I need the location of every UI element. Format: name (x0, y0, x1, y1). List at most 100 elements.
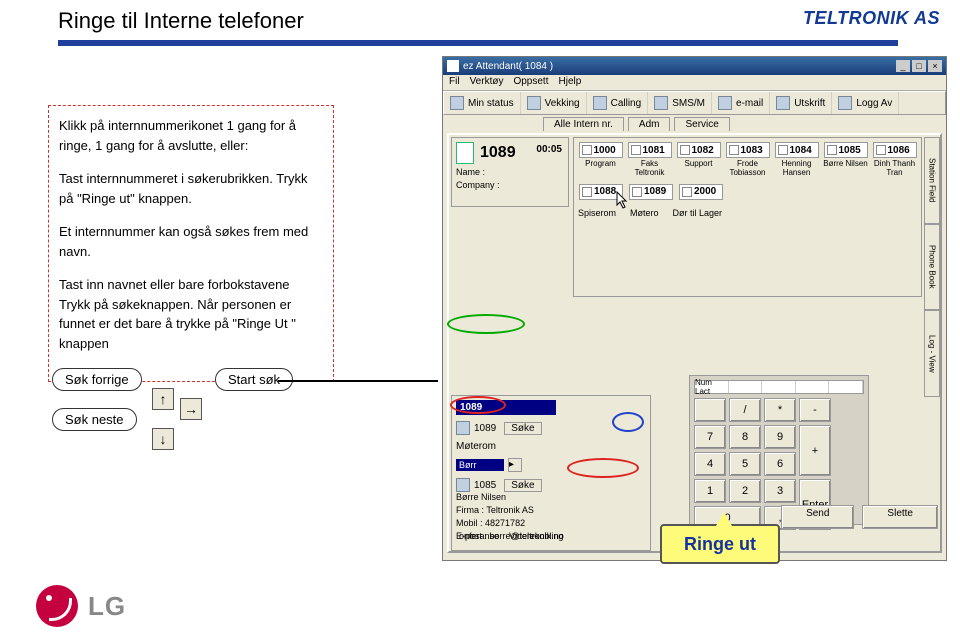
window-minimize-button[interactable]: _ (896, 60, 910, 72)
window-title: ez Attendant( 1084 ) (463, 61, 553, 72)
send-button[interactable]: Send (781, 505, 854, 529)
extension-item[interactable]: 1086Dinh Thanh Tran (872, 142, 917, 178)
side-tab-station[interactable]: Station Field (924, 137, 940, 224)
key-minus[interactable]: - (799, 398, 831, 422)
display-cell (796, 381, 830, 393)
room-dor-lager[interactable]: Dør til Lager (673, 208, 723, 218)
keypad-display: Num Lact (694, 380, 864, 394)
arrow-up-button[interactable]: ↑ (152, 388, 174, 410)
result-number: 1089 (474, 423, 496, 434)
side-tab-phonebook[interactable]: Phone Book (924, 224, 940, 311)
window-maximize-button[interactable]: □ (912, 60, 926, 72)
toolbar-label: Logg Av (856, 98, 892, 109)
search-panel: 1089 1089 Søke Møterom Børr ▸ 1085 Søke … (451, 395, 651, 551)
key-1[interactable]: 1 (694, 479, 726, 503)
status-dot-icon (729, 145, 739, 155)
ext-name: Børre Nilsen (823, 160, 867, 169)
menu-bar: Fil Verktøy Oppsett Hjelp (443, 75, 946, 91)
soke-button[interactable]: Søke (504, 422, 541, 435)
side-tabs: Station Field Phone Book Log - View (924, 137, 940, 397)
key-7[interactable]: 7 (694, 425, 726, 449)
key-3[interactable]: 3 (764, 479, 796, 503)
key-8[interactable]: 8 (729, 425, 761, 449)
calling-icon (593, 96, 607, 110)
search-go-icon[interactable]: ▸ (508, 458, 522, 472)
menu-fil[interactable]: Fil (449, 76, 460, 89)
result-icon (456, 478, 470, 492)
side-tab-log[interactable]: Log - View (924, 310, 940, 397)
toolbar-vekking[interactable]: Vekking (521, 92, 587, 114)
arrow-down-button[interactable]: ↓ (152, 428, 174, 450)
key-multiply[interactable]: * (764, 398, 796, 422)
key-6[interactable]: 6 (764, 452, 796, 476)
room-moterom[interactable]: Møtero (630, 208, 659, 218)
ext-number: 1084 (790, 145, 812, 156)
status-icon (450, 96, 464, 110)
toolbar-label: Min status (468, 98, 514, 109)
extension-item[interactable]: 1083Frode Tobiasson (725, 142, 770, 178)
toolbar-utskrift[interactable]: Utskrift (770, 92, 832, 114)
bottom-konferanse[interactable]: onferanse (459, 531, 499, 547)
key-2[interactable]: 2 (729, 479, 761, 503)
ext-number: 1088 (594, 186, 616, 197)
app-inner: 1089 00:05 Name : Company : 1000Program1… (447, 133, 942, 553)
callout-sok-neste: Søk neste (52, 408, 137, 431)
app-window: ez Attendant( 1084 ) _ □ × Fil Verktøy O… (442, 56, 947, 561)
status-dot-icon (827, 145, 837, 155)
arrow-right-button[interactable]: → (180, 398, 202, 420)
active-call-panel: 1089 00:05 Name : Company : (451, 137, 569, 207)
extension-item[interactable]: 1082 Support (676, 142, 721, 178)
logoff-icon (838, 96, 852, 110)
instruction-p1: Klikk på internnummerikonet 1 gang for å… (59, 116, 323, 155)
lg-logo: LG (36, 585, 126, 627)
bottom-viderekobling[interactable]: Viderekobling (509, 531, 563, 547)
ringe-ut-callout: Ringe ut (660, 524, 780, 564)
menu-verktoy[interactable]: Verktøy (470, 76, 504, 89)
ext-number: 1086 (888, 145, 910, 156)
extension-item[interactable]: 2000 (678, 184, 724, 202)
ext-name: Support (684, 160, 712, 169)
key-5[interactable]: 5 (729, 452, 761, 476)
tab-alle-intern[interactable]: Alle Intern nr. (543, 117, 624, 131)
extension-item[interactable]: 1084 Henning Hansen (774, 142, 819, 178)
extension-item[interactable]: 1081Faks Teltronik (627, 142, 672, 178)
tab-service[interactable]: Service (674, 117, 729, 131)
page-title: Ringe til Interne telefoner (58, 8, 304, 34)
toolbar-sms[interactable]: SMS/M (648, 92, 712, 114)
call-timer: 00:05 (536, 144, 562, 155)
toolbar-label: e-mail (736, 98, 763, 109)
room-spiserom[interactable]: Spiserom (578, 208, 616, 218)
key-blank[interactable] (694, 398, 726, 422)
status-dot-icon (778, 145, 788, 155)
ext-name: Henning Hansen (774, 160, 819, 178)
key-plus[interactable]: + (799, 425, 831, 476)
search-input[interactable]: 1089 (456, 400, 556, 415)
toolbar-min-status[interactable]: Min status (444, 92, 521, 114)
key-4[interactable]: 4 (694, 452, 726, 476)
instruction-box: Klikk på internnummerikonet 1 gang for å… (48, 105, 334, 382)
extension-item[interactable]: 1089 (628, 184, 674, 202)
search-input-name[interactable]: Børr (456, 459, 504, 471)
firma-value: Teltronik AS (486, 505, 534, 515)
status-dot-icon (582, 187, 592, 197)
callout-sok-forrige: Søk forrige (52, 368, 142, 391)
keypad: Num Lact / * - 7 8 9 + 4 5 6 (689, 375, 869, 525)
key-divide[interactable]: / (729, 398, 761, 422)
slette-button[interactable]: Slette (862, 505, 938, 529)
active-call-number: 1089 (480, 144, 516, 162)
toolbar-loggav[interactable]: Logg Av (832, 92, 899, 114)
cursor-icon (614, 191, 630, 211)
tab-adm[interactable]: Adm (628, 117, 671, 131)
ext-number: 1082 (692, 145, 714, 156)
toolbar-email[interactable]: e-mail (712, 92, 770, 114)
menu-oppsett[interactable]: Oppsett (513, 76, 548, 89)
key-9[interactable]: 9 (764, 425, 796, 449)
ext-number: 1081 (643, 145, 665, 156)
extension-item[interactable]: 1085Børre Nilsen (823, 142, 868, 178)
print-icon (776, 96, 790, 110)
toolbar-calling[interactable]: Calling (587, 92, 649, 114)
window-close-button[interactable]: × (928, 60, 942, 72)
menu-hjelp[interactable]: Hjelp (559, 76, 582, 89)
extension-item[interactable]: 1000Program (578, 142, 623, 178)
soke-button[interactable]: Søke (504, 479, 541, 492)
